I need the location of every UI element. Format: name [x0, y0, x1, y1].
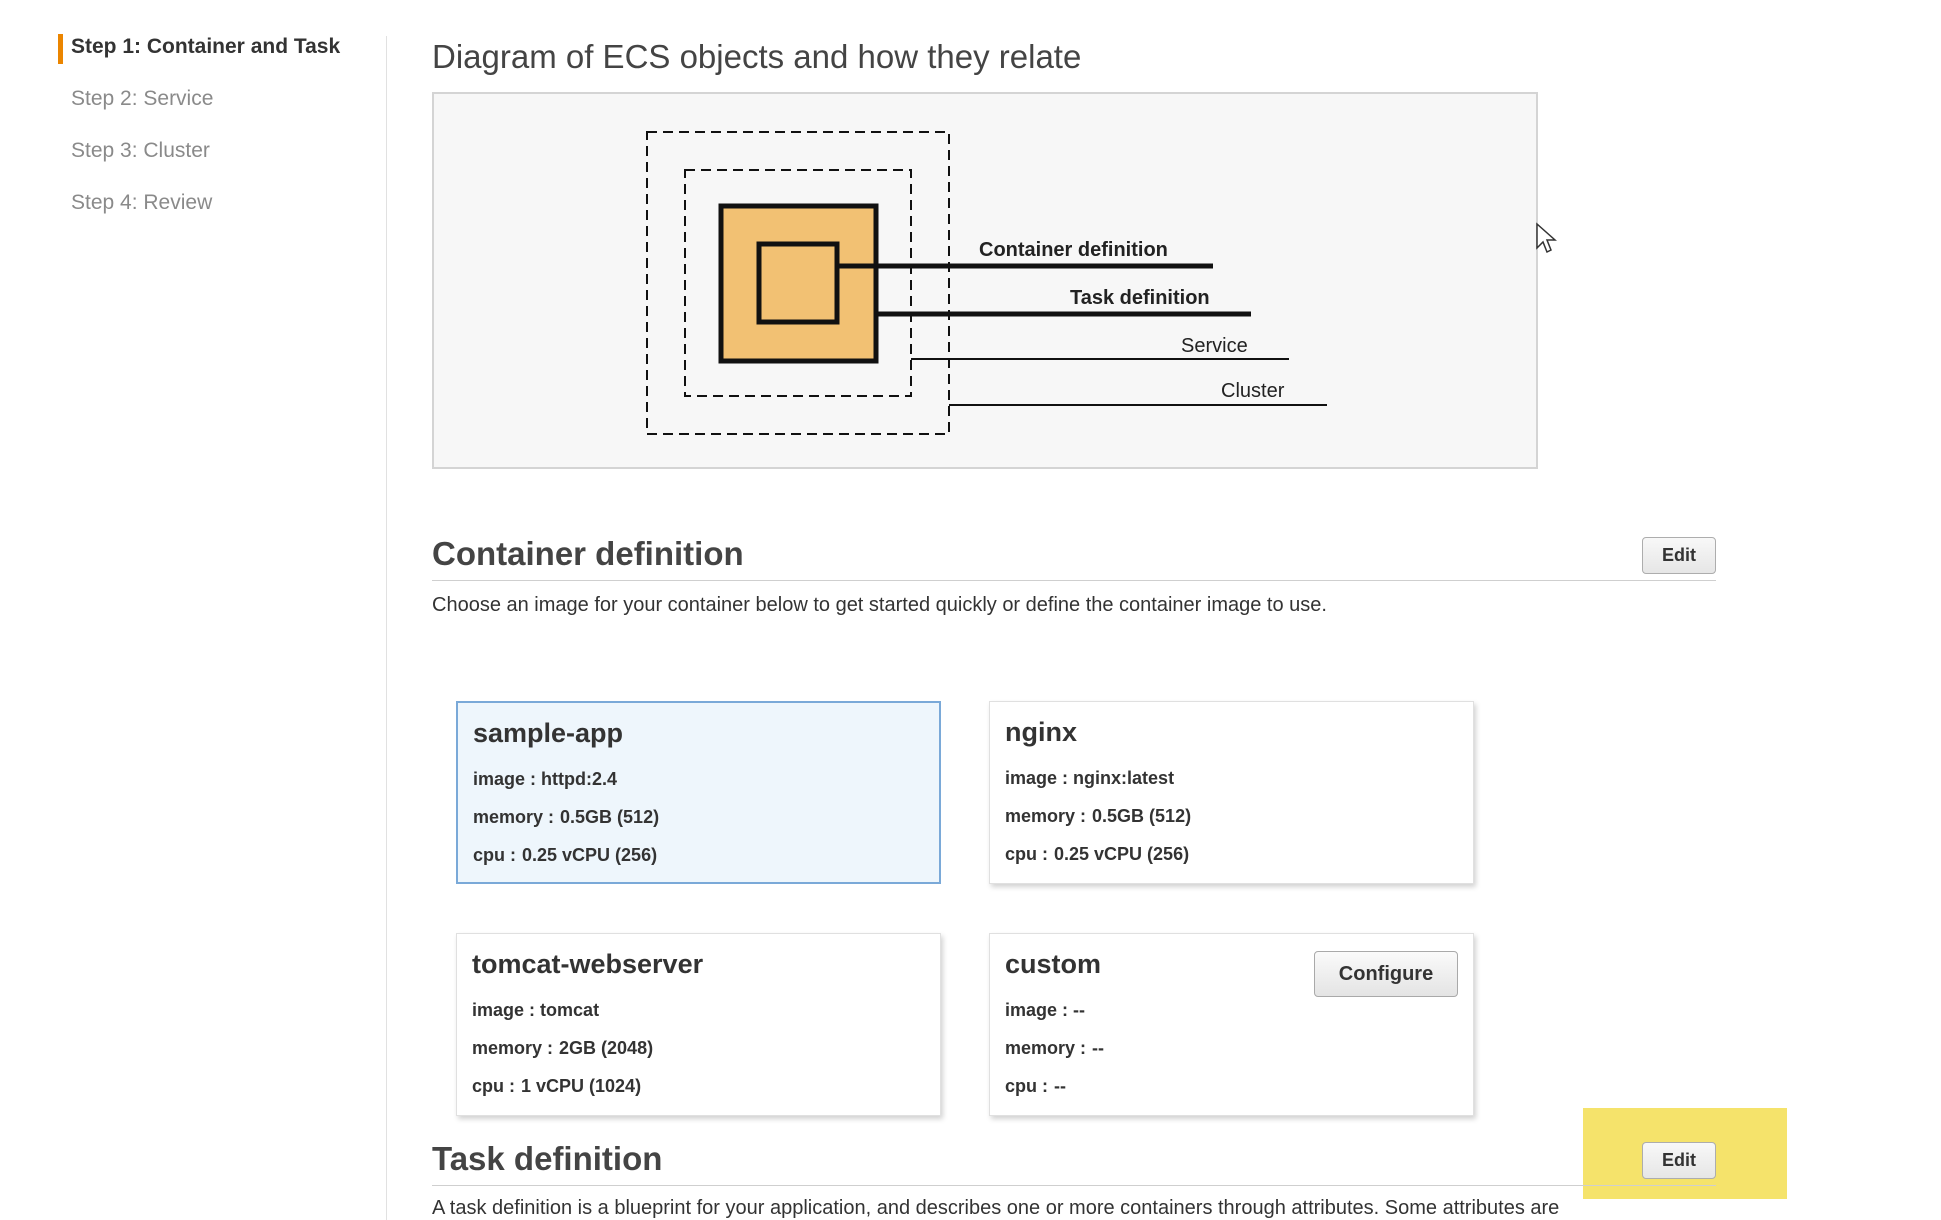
active-step-marker	[58, 34, 63, 64]
task-section-description: A task definition is a blueprint for you…	[432, 1197, 1560, 1219]
memory-key: memory :	[473, 807, 555, 827]
card-image-row: image : tomcat	[472, 1000, 599, 1021]
task-edit-button[interactable]: Edit	[1642, 1142, 1716, 1179]
cluster-label: Cluster	[1221, 380, 1285, 402]
mouse-pointer-icon	[1536, 222, 1557, 254]
card-image-row: image : --	[1005, 1000, 1085, 1021]
image-key: image :	[1005, 1000, 1069, 1020]
container-card-tomcat-webserver[interactable]: tomcat-webserver image : tomcat memory :…	[456, 933, 941, 1116]
card-cpu-row: cpu : 0.25 vCPU (256)	[1005, 844, 1189, 865]
image-value: --	[1073, 1000, 1086, 1020]
card-memory-row: memory :0.5GB (512)	[473, 807, 659, 828]
card-image-row: image : nginx:latest	[1005, 768, 1174, 789]
image-value: httpd:2.4	[541, 769, 618, 789]
step-service[interactable]: Step 2: Service	[71, 87, 213, 111]
container-section-description: Choose an image for your container below…	[432, 594, 1327, 616]
diagram-heading: Diagram of ECS objects and how they rela…	[432, 38, 1082, 75]
card-memory-row: memory :2GB (2048)	[472, 1038, 653, 1059]
configure-button[interactable]: Configure	[1314, 951, 1458, 997]
service-label: Service	[1181, 335, 1248, 357]
ecs-diagram-graphic	[646, 131, 1327, 435]
image-key: image :	[473, 769, 537, 789]
memory-key: memory :	[472, 1038, 554, 1058]
cpu-value: 0.25 vCPU (256)	[522, 845, 658, 865]
image-value: tomcat	[540, 1000, 600, 1020]
memory-value: --	[1092, 1038, 1105, 1058]
cpu-key: cpu :	[472, 1076, 515, 1096]
image-key: image :	[1005, 768, 1069, 788]
step-container-and-task[interactable]: Step 1: Container and Task	[71, 35, 340, 59]
main-content: Diagram of ECS objects and how they rela…	[432, 0, 1852, 1220]
sidebar-divider	[386, 36, 387, 1220]
container-card-sample-app[interactable]: sample-app image : httpd:2.4 memory :0.5…	[456, 701, 941, 884]
card-cpu-row: cpu : --	[1005, 1076, 1066, 1097]
image-value: nginx:latest	[1073, 768, 1175, 788]
task-section-rule	[432, 1185, 1716, 1186]
card-memory-row: memory :0.5GB (512)	[1005, 806, 1191, 827]
card-cpu-row: cpu : 0.25 vCPU (256)	[473, 845, 657, 866]
container-card-custom[interactable]: custom Configure image : -- memory : -- c…	[989, 933, 1474, 1116]
card-memory-row: memory : --	[1005, 1038, 1104, 1059]
step-cluster[interactable]: Step 3: Cluster	[71, 139, 210, 163]
container-edit-button[interactable]: Edit	[1642, 537, 1716, 574]
card-cpu-row: cpu : 1 vCPU (1024)	[472, 1076, 641, 1097]
cpu-key: cpu :	[1005, 844, 1048, 864]
cpu-value: 0.25 vCPU (256)	[1054, 844, 1190, 864]
ecs-diagram: Container definition Task definition Ser…	[432, 92, 1538, 469]
cpu-value: 1 vCPU (1024)	[521, 1076, 642, 1096]
task-definition-label: Task definition	[1070, 287, 1210, 309]
memory-key: memory :	[1005, 806, 1087, 826]
container-definition-box	[756, 241, 840, 325]
cpu-value: --	[1054, 1076, 1066, 1096]
memory-value: 0.5GB (512)	[560, 807, 660, 827]
card-title: nginx	[1005, 717, 1077, 747]
wizard-steps-sidebar: Step 1: Container and Task Step 2: Servi…	[0, 0, 390, 1220]
container-definition-title: Container definition	[432, 535, 744, 572]
card-title: tomcat-webserver	[472, 949, 704, 979]
memory-value: 0.5GB (512)	[1092, 806, 1192, 826]
card-title: sample-app	[473, 718, 624, 748]
card-title: custom	[1005, 949, 1102, 979]
card-image-row: image : httpd:2.4	[473, 769, 617, 790]
step-review[interactable]: Step 4: Review	[71, 191, 212, 215]
container-section-rule	[432, 580, 1716, 581]
cpu-key: cpu :	[473, 845, 516, 865]
container-definition-label: Container definition	[979, 239, 1168, 261]
container-card-nginx[interactable]: nginx image : nginx:latest memory :0.5GB…	[989, 701, 1474, 884]
image-key: image :	[472, 1000, 536, 1020]
memory-key: memory :	[1005, 1038, 1087, 1058]
memory-value: 2GB (2048)	[559, 1038, 654, 1058]
task-definition-title: Task definition	[432, 1140, 663, 1177]
cpu-key: cpu :	[1005, 1076, 1048, 1096]
